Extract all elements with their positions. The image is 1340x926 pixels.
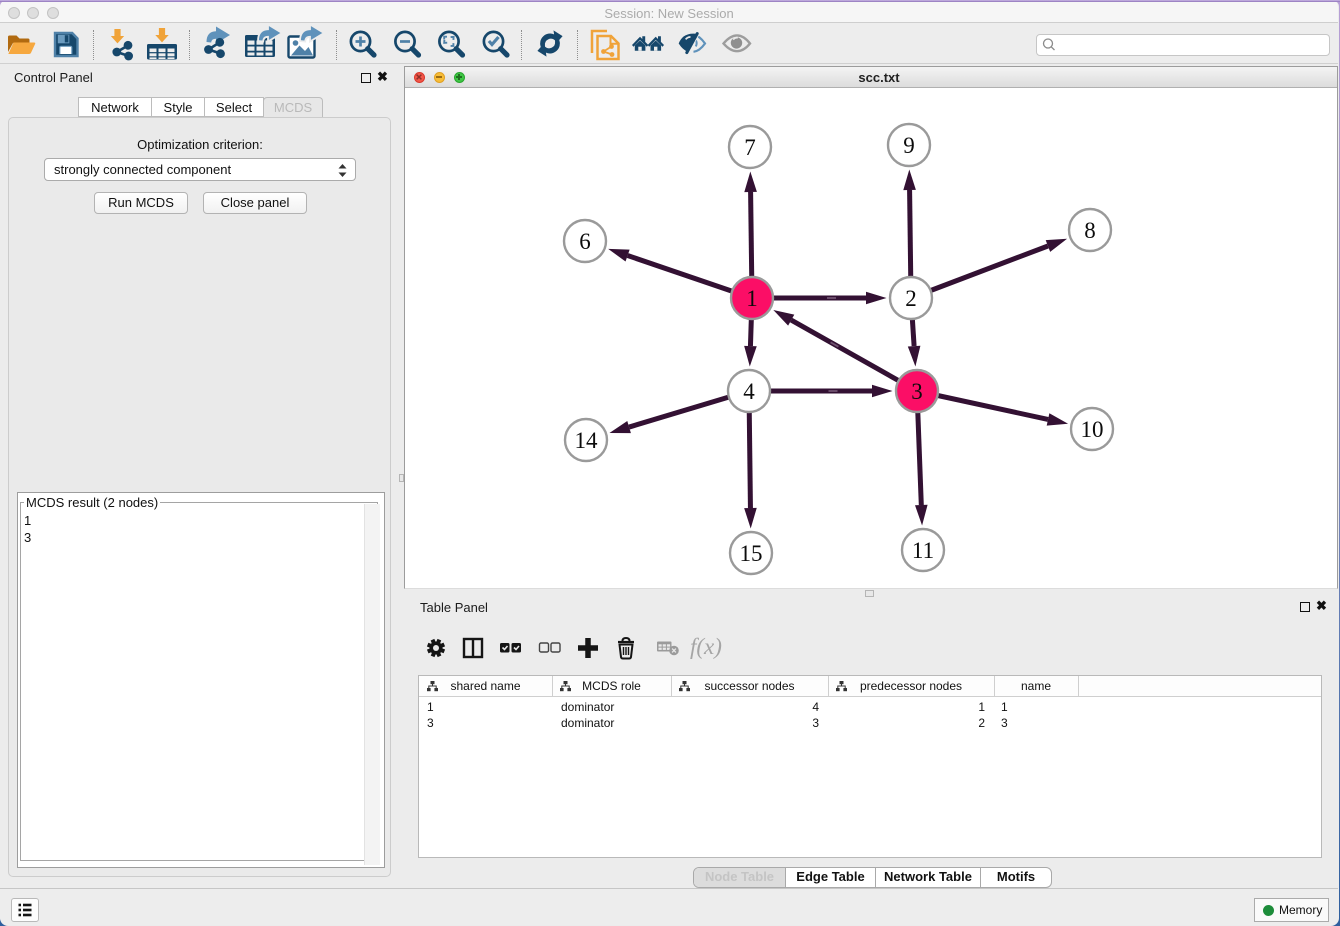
svg-text:11: 11	[912, 538, 934, 563]
svg-text:15: 15	[740, 541, 763, 566]
svg-text:7: 7	[744, 135, 756, 160]
svg-text:9: 9	[903, 133, 915, 158]
svg-text:6: 6	[579, 229, 591, 254]
svg-text:4: 4	[743, 379, 755, 404]
svg-text:8: 8	[1084, 218, 1096, 243]
svg-text:14: 14	[575, 428, 599, 453]
svg-text:f(x): f(x)	[690, 634, 722, 659]
svg-text:2: 2	[905, 286, 917, 311]
svg-text:3: 3	[911, 379, 923, 404]
svg-text:10: 10	[1081, 417, 1104, 442]
svg-text:1: 1	[746, 286, 758, 311]
